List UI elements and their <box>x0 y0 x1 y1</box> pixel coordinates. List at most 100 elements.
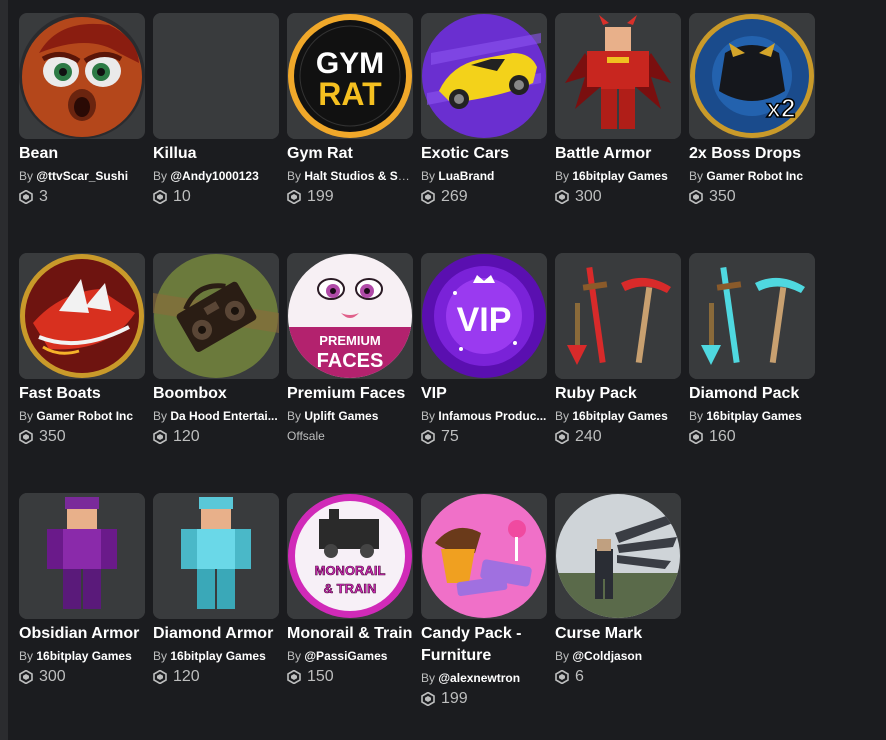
item-card-obsidian-armor[interactable]: Obsidian Armor By 16bitplay Games 300 <box>19 493 145 687</box>
item-name[interactable]: Boombox <box>153 383 279 405</box>
creator-name[interactable]: @alexnewtron <box>438 671 520 685</box>
item-name[interactable]: 2x Boss Drops <box>689 143 815 165</box>
creator-name[interactable]: 16bitplay Games <box>572 409 667 423</box>
vip-thumbnail[interactable]: VIP <box>421 253 547 379</box>
item-name[interactable]: Candy Pack - Furniture <box>421 623 547 667</box>
boss-drops-icon: x2 <box>689 13 815 139</box>
creator-name[interactable]: 16bitplay Games <box>572 169 667 183</box>
creator-name[interactable]: Da Hood Entertai... <box>170 409 277 423</box>
premium-faces-thumbnail[interactable]: PREMIUM FACES <box>287 253 413 379</box>
item-creator[interactable]: By Uplift Games <box>287 407 413 425</box>
item-creator[interactable]: By 16bitplay Games <box>689 407 815 425</box>
item-card-fast-boats[interactable]: Fast Boats By Gamer Robot Inc 350 <box>19 253 145 447</box>
obsidian-armor-thumbnail[interactable] <box>19 493 145 619</box>
item-card-diamond-armor[interactable]: Diamond Armor By 16bitplay Games 120 <box>153 493 279 687</box>
ruby-pack-thumbnail[interactable] <box>555 253 681 379</box>
item-card-killua[interactable]: Killua By @Andy1000123 10 <box>153 13 279 207</box>
item-creator[interactable]: By @ttvScar_Sushi <box>19 167 145 185</box>
item-name[interactable]: Premium Faces <box>287 383 413 405</box>
item-creator[interactable]: By 16bitplay Games <box>153 647 279 665</box>
robux-icon <box>153 430 167 444</box>
robux-icon <box>153 190 167 204</box>
item-creator[interactable]: By 16bitplay Games <box>555 407 681 425</box>
creator-name[interactable]: 16bitplay Games <box>170 649 265 663</box>
item-name[interactable]: Battle Armor <box>555 143 681 165</box>
robux-icon <box>555 190 569 204</box>
item-card-exotic-cars[interactable]: Exotic Cars By LuaBrand 269 <box>421 13 547 207</box>
item-name[interactable]: Curse Mark <box>555 623 681 645</box>
item-creator[interactable]: By Infamous Produc... <box>421 407 547 425</box>
item-creator[interactable]: By 16bitplay Games <box>555 167 681 185</box>
item-card-ruby-pack[interactable]: Ruby Pack By 16bitplay Games 240 <box>555 253 681 447</box>
item-card-candy-pack[interactable]: Candy Pack - Furniture By @alexnewtron 1… <box>421 493 547 709</box>
item-creator[interactable]: By LuaBrand <box>421 167 547 185</box>
item-name[interactable]: VIP <box>421 383 547 405</box>
creator-name[interactable]: @Andy1000123 <box>170 169 258 183</box>
creator-name[interactable]: Gamer Robot Inc <box>706 169 803 183</box>
price-value: 269 <box>441 188 468 205</box>
creator-name[interactable]: Gamer Robot Inc <box>36 409 133 423</box>
battle-armor-thumbnail[interactable] <box>555 13 681 139</box>
item-card-diamond-pack[interactable]: Diamond Pack By 16bitplay Games 160 <box>689 253 815 447</box>
boombox-thumbnail[interactable] <box>153 253 279 379</box>
item-card-premium-faces[interactable]: PREMIUM FACES Premium Faces By Uplift Ga… <box>287 253 413 445</box>
item-creator[interactable]: By @PassiGames <box>287 647 413 665</box>
creator-name[interactable]: LuaBrand <box>438 169 494 183</box>
gym-rat-thumbnail[interactable]: GYM RAT <box>287 13 413 139</box>
ruby-tools-icon <box>555 253 681 379</box>
diamond-armor-thumbnail[interactable] <box>153 493 279 619</box>
item-creator[interactable]: By @Andy1000123 <box>153 167 279 185</box>
bean-thumbnail[interactable] <box>19 13 145 139</box>
item-name[interactable]: Diamond Armor <box>153 623 279 645</box>
item-card-bean[interactable]: Bean By @ttvScar_Sushi 3 <box>19 13 145 207</box>
price-value: 6 <box>575 668 584 685</box>
item-card-curse-mark[interactable]: Curse Mark By @Coldjason 6 <box>555 493 681 687</box>
creator-name[interactable]: @Coldjason <box>572 649 642 663</box>
candy-pack-thumbnail[interactable] <box>421 493 547 619</box>
item-creator[interactable]: By 16bitplay Games <box>19 647 145 665</box>
monorail-logo-text: MONORAIL <box>315 563 386 578</box>
creator-name[interactable]: 16bitplay Games <box>36 649 131 663</box>
item-name[interactable]: Fast Boats <box>19 383 145 405</box>
fast-boats-thumbnail[interactable] <box>19 253 145 379</box>
item-card-gym-rat[interactable]: GYM RAT Gym Rat By Halt Studios & Sp... … <box>287 13 413 207</box>
exotic-cars-thumbnail[interactable] <box>421 13 547 139</box>
item-creator[interactable]: By Gamer Robot Inc <box>19 407 145 425</box>
robux-icon <box>287 670 301 684</box>
item-name[interactable]: Ruby Pack <box>555 383 681 405</box>
item-price: 269 <box>421 187 547 207</box>
item-price: 240 <box>555 427 681 447</box>
item-name[interactable]: Gym Rat <box>287 143 413 165</box>
diamond-pack-thumbnail[interactable] <box>689 253 815 379</box>
item-card-monorail-train[interactable]: MONORAIL & TRAIN Monorail & Train By @Pa… <box>287 493 413 687</box>
boss-drops-thumbnail[interactable]: x2 <box>689 13 815 139</box>
creator-name[interactable]: Infamous Produc... <box>438 409 546 423</box>
item-creator[interactable]: By @alexnewtron <box>421 669 547 687</box>
item-price: 199 <box>421 689 547 709</box>
item-card-battle-armor[interactable]: Battle Armor By 16bitplay Games 300 <box>555 13 681 207</box>
item-name[interactable]: Monorail & Train <box>287 623 413 645</box>
item-name[interactable]: Bean <box>19 143 145 165</box>
price-value: 3 <box>39 188 48 205</box>
monorail-train-thumbnail[interactable]: MONORAIL & TRAIN <box>287 493 413 619</box>
price-value: 240 <box>575 428 602 445</box>
creator-name[interactable]: 16bitplay Games <box>706 409 801 423</box>
item-name[interactable]: Obsidian Armor <box>19 623 145 645</box>
item-creator[interactable]: By @Coldjason <box>555 647 681 665</box>
killua-thumbnail[interactable] <box>153 13 279 139</box>
item-creator[interactable]: By Halt Studios & Sp... <box>287 167 413 185</box>
creator-name[interactable]: @ttvScar_Sushi <box>36 169 128 183</box>
creator-name[interactable]: Halt Studios & Sp... <box>304 169 413 183</box>
item-name[interactable]: Exotic Cars <box>421 143 547 165</box>
red-armor-avatar-icon <box>555 13 681 139</box>
item-card-2x-boss-drops[interactable]: x2 2x Boss Drops By Gamer Robot Inc 350 <box>689 13 815 207</box>
item-creator[interactable]: By Gamer Robot Inc <box>689 167 815 185</box>
curse-mark-thumbnail[interactable] <box>555 493 681 619</box>
item-creator[interactable]: By Da Hood Entertai... <box>153 407 279 425</box>
item-name[interactable]: Killua <box>153 143 279 165</box>
creator-name[interactable]: Uplift Games <box>304 409 378 423</box>
item-card-boombox[interactable]: Boombox By Da Hood Entertai... 120 <box>153 253 279 447</box>
creator-name[interactable]: @PassiGames <box>304 649 387 663</box>
item-name[interactable]: Diamond Pack <box>689 383 815 405</box>
item-card-vip[interactable]: VIP VIP By Infamous Produc... 75 <box>421 253 547 447</box>
